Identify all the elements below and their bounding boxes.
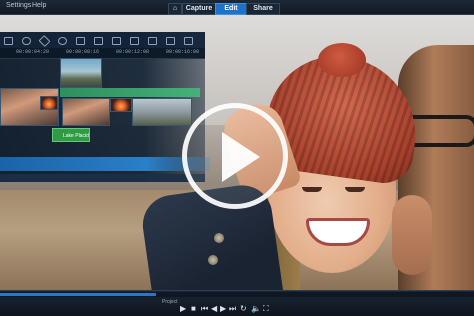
timeline-clip[interactable] <box>62 98 110 126</box>
play-icon <box>222 132 260 182</box>
jacket-button <box>208 255 218 265</box>
scrub-progress <box>0 293 156 296</box>
video-track-strip <box>60 88 200 97</box>
fullscreen-icon[interactable]: ⛶ <box>263 304 269 314</box>
timeline-clip[interactable] <box>132 98 192 126</box>
volume-icon[interactable]: 🔈 <box>251 304 261 313</box>
tab-edit[interactable]: Edit <box>215 3 247 15</box>
transition-icon[interactable] <box>38 34 51 48</box>
menu-settings[interactable]: Settings <box>6 2 31 9</box>
settings-icon[interactable] <box>184 37 193 45</box>
track-icon[interactable] <box>130 37 139 45</box>
mask-icon[interactable] <box>148 37 157 45</box>
graphics-icon[interactable] <box>112 37 121 45</box>
hat-pompom <box>318 43 366 77</box>
playback-mode-label[interactable]: Project <box>162 299 178 305</box>
timecode: 00:00:04:20 <box>16 49 50 55</box>
music-track-clip[interactable] <box>0 157 210 171</box>
audio-track <box>0 174 205 182</box>
top-bar: Settings Help ⌂ Capture Edit Share <box>0 0 474 15</box>
timeline-toolbar <box>0 32 205 49</box>
jacket-button <box>214 233 224 243</box>
man-hand <box>392 195 432 275</box>
timecode: 00:00:08:16 <box>66 49 100 55</box>
repeat-icon[interactable]: ↻ <box>240 304 247 313</box>
right-eye <box>345 187 365 192</box>
next-icon[interactable]: ⏭ <box>229 304 236 314</box>
timeline-panel: 00:00:04:20 00:00:08:16 00:00:12:08 00:0… <box>0 32 210 182</box>
tab-share[interactable]: Share <box>246 3 280 15</box>
playback-bar: Project ▶ ■ ⏮ ◀ ▶ ⏭ ↻ 🔈 ⛶ <box>0 290 474 316</box>
title-clip[interactable]: Lake Placid <box>52 128 90 142</box>
home-icon: ⌂ <box>172 5 178 12</box>
timeline-clip[interactable] <box>40 96 58 110</box>
timeline-clip[interactable] <box>110 98 132 112</box>
title-clip-label: Lake Placid <box>63 133 89 139</box>
fx-icon[interactable] <box>76 37 85 45</box>
forward-icon[interactable]: ▶ <box>220 304 226 313</box>
audio-icon[interactable] <box>22 37 31 45</box>
play-icon[interactable]: ▶ <box>180 304 186 313</box>
timecode: 00:00:16:00 <box>166 49 200 55</box>
storyboard-icon[interactable] <box>4 37 13 45</box>
timeline-ruler[interactable]: 00:00:04:20 00:00:08:16 00:00:12:08 00:0… <box>0 48 205 59</box>
timecode: 00:00:12:08 <box>116 49 150 55</box>
tab-capture[interactable]: Capture <box>182 3 216 15</box>
timeline-clip[interactable] <box>60 58 102 88</box>
previous-icon[interactable]: ⏮ <box>201 304 208 314</box>
home-tab[interactable]: ⌂ <box>168 3 182 15</box>
left-eye <box>302 187 322 192</box>
record-icon[interactable] <box>58 37 67 45</box>
title-icon[interactable] <box>94 37 103 45</box>
stop-icon[interactable]: ■ <box>191 304 196 313</box>
rewind-icon[interactable]: ◀ <box>211 304 217 313</box>
menu-help[interactable]: Help <box>32 2 46 9</box>
motion-icon[interactable] <box>166 37 175 45</box>
